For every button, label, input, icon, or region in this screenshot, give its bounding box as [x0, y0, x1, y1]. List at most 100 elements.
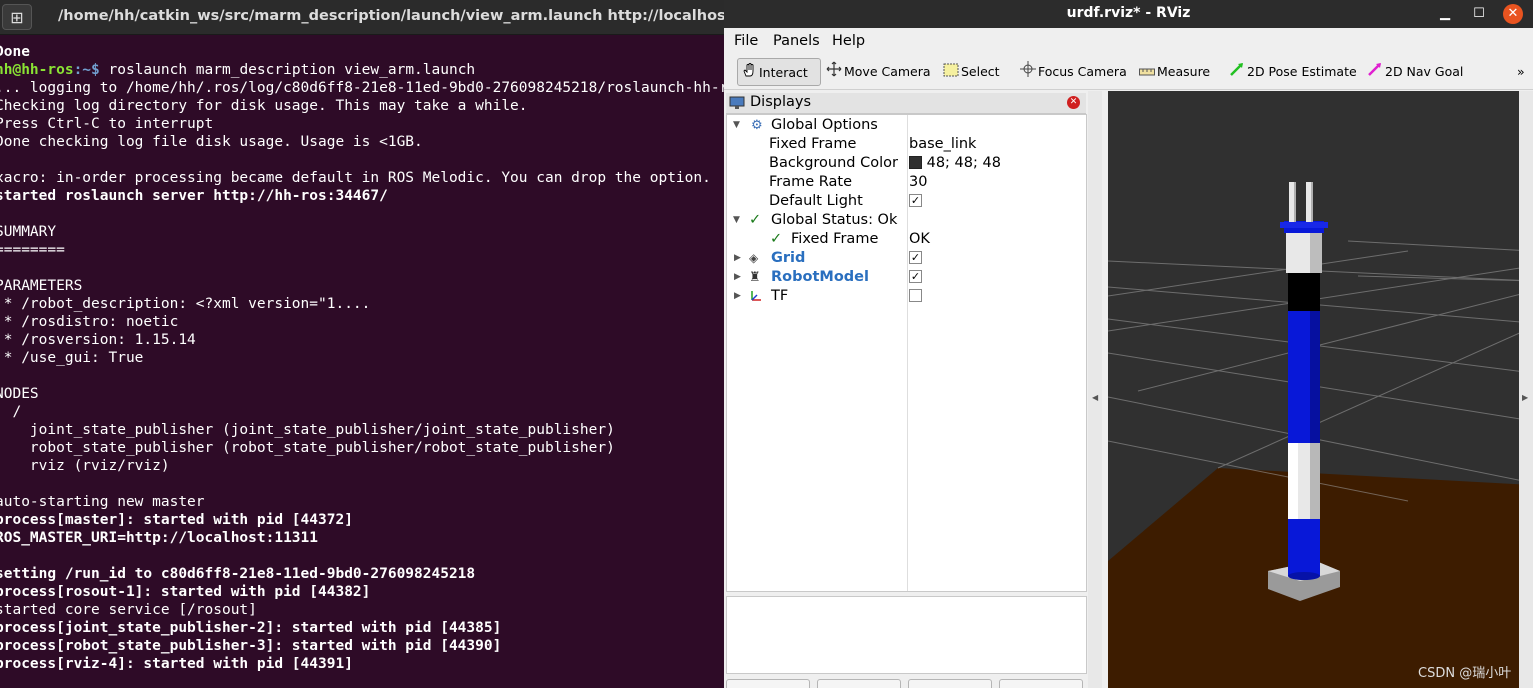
default-light-label: Default Light [769, 193, 863, 209]
tree-row-robot-model[interactable]: ▶ ♜ RobotModel ✓ [727, 268, 1086, 287]
rename-button[interactable] [999, 679, 1083, 688]
magenta-arrow-icon [1367, 59, 1383, 87]
pose-estimate-label: 2D Pose Estimate [1247, 64, 1357, 79]
color-swatch [909, 155, 922, 169]
tree-row-global-options[interactable]: ▼ ⚙ Global Options [727, 116, 1086, 135]
terminal-line: ... logging to /home/hh/.ros/log/c80d6ff… [0, 80, 724, 96]
terminal-line: started roslaunch server http://hh-ros:3… [0, 188, 388, 204]
background-color-value: 48; 48; 48 [926, 155, 1001, 171]
chevron-right-icon[interactable]: ▶ [734, 249, 741, 268]
grid-checkbox[interactable]: ✓ [909, 250, 922, 264]
menu-panels[interactable]: Panels [773, 33, 820, 49]
gear-icon: ⚙ [751, 118, 763, 133]
terminal-line: * /rosversion: 1.15.14 [0, 332, 196, 348]
tree-row-grid[interactable]: ▶ ◈ Grid ✓ [727, 249, 1086, 268]
tree-row-status-fixed-frame[interactable]: ✓ Fixed Frame OK [727, 230, 1086, 249]
pose-estimate-tool-button[interactable]: 2D Pose Estimate [1229, 58, 1357, 86]
chevron-down-icon[interactable]: ▼ [733, 211, 740, 230]
interact-label: Interact [759, 65, 808, 80]
terminal-line: Done checking log file disk usage. Usage… [0, 134, 423, 150]
move-camera-label: Move Camera [844, 64, 931, 79]
terminal-line: * /use_gui: True [0, 350, 144, 366]
duplicate-button[interactable] [817, 679, 901, 688]
fixed-frame-label: Fixed Frame [769, 136, 857, 152]
robot-model-label: RobotModel [771, 269, 869, 285]
move-arrows-icon [826, 59, 842, 87]
maximize-icon[interactable]: ☐ [1469, 4, 1489, 24]
tree-row-background-color[interactable]: Background Color 48; 48; 48 [727, 154, 1086, 173]
crosshair-icon [1020, 59, 1036, 87]
tree-row-default-light[interactable]: Default Light ✓ [727, 192, 1086, 211]
terminal-output: Donehh@hh-ros:~$ roslaunch marm_descript… [0, 43, 724, 673]
terminal-line: xacro: in-order processing became defaul… [0, 170, 711, 186]
frame-rate-label: Frame Rate [769, 174, 853, 190]
background-color-label: Background Color [769, 155, 898, 171]
collapse-right-icon[interactable]: ▶ [1522, 393, 1528, 402]
left-splitter-handle[interactable]: ◀ [1088, 91, 1102, 688]
terminal-line: / [12, 404, 22, 420]
tool-bar: Interact Move Camera Select Focus Camera… [724, 55, 1533, 90]
terminal-line: * /rosdistro: noetic [0, 314, 179, 330]
3d-viewport[interactable] [1108, 91, 1533, 688]
terminal-line: Press Ctrl-C to interrupt [0, 116, 214, 132]
collapse-left-icon[interactable]: ◀ [1092, 393, 1098, 402]
default-light-checkbox[interactable]: ✓ [909, 193, 922, 207]
menu-help[interactable]: Help [832, 33, 865, 49]
prompt-user: hh@hh-ros [0, 62, 74, 78]
interact-tool-button[interactable]: Interact [737, 58, 821, 86]
toolbar-overflow-button[interactable]: » [1517, 58, 1525, 86]
chevron-right-icon[interactable]: ▶ [734, 268, 741, 287]
chevron-down-icon[interactable]: ▼ [733, 116, 740, 135]
menu-file[interactable]: File [734, 33, 758, 49]
terminal-line: * /robot_description: <?xml version="1..… [0, 296, 371, 312]
terminal-line: process[master]: started with pid [44372… [0, 512, 353, 528]
terminal-window[interactable]: ⊞ /home/hh/catkin_ws/src/marm_descriptio… [0, 0, 724, 688]
robot-model-checkbox[interactable]: ✓ [909, 269, 922, 283]
terminal-title: /home/hh/catkin_ws/src/marm_description/… [58, 8, 724, 24]
window-title: urdf.rviz* - RViz [1066, 5, 1191, 21]
measure-tool-button[interactable]: Measure [1139, 58, 1210, 86]
close-panel-icon[interactable]: ✕ [1067, 96, 1080, 109]
minimize-icon[interactable]: ▁ [1435, 4, 1455, 24]
robot-icon: ♜ [749, 270, 761, 285]
terminal-line: Checking log directory for disk usage. T… [0, 98, 528, 114]
terminal-line: NODES [0, 386, 39, 402]
terminal-line: rviz (rviz/rviz) [0, 458, 170, 474]
terminal-line: SUMMARY [0, 224, 57, 240]
terminal-line: Done [0, 44, 30, 60]
focus-camera-tool-button[interactable]: Focus Camera [1020, 58, 1127, 86]
tree-row-global-status[interactable]: ▼ ✓ Global Status: Ok [727, 211, 1086, 230]
displays-tree: ▼ ⚙ Global Options Fixed Frame base_link… [726, 114, 1087, 592]
terminal-line: ROS_MASTER_URI=http://localhost:11311 [0, 530, 319, 546]
tree-row-tf[interactable]: ▶ TF [727, 287, 1086, 306]
displays-title: Displays [750, 94, 812, 110]
right-splitter-handle[interactable]: ▶ [1519, 91, 1533, 688]
fixed-frame-value[interactable]: base_link [909, 135, 976, 154]
select-tool-button[interactable]: Select [943, 58, 1000, 86]
terminal-line: started core service [/rosout] [0, 602, 257, 618]
terminal-line: process[robot_state_publisher-3]: starte… [0, 638, 502, 654]
tree-row-fixed-frame[interactable]: Fixed Frame base_link [727, 135, 1086, 154]
rviz-titlebar: urdf.rviz* - RViz ▁ ☐ ✕ [724, 0, 1533, 28]
status-fixed-frame-value: OK [909, 231, 930, 247]
background-color-value-cell[interactable]: 48; 48; 48 [909, 154, 1001, 173]
menu-bar: File Panels Help [724, 30, 1533, 54]
add-button[interactable] [726, 679, 810, 688]
remove-button[interactable] [908, 679, 992, 688]
property-description-box [726, 596, 1087, 674]
nav-goal-tool-button[interactable]: 2D Nav Goal [1367, 58, 1463, 86]
tf-checkbox[interactable] [909, 288, 922, 302]
frame-rate-value[interactable]: 30 [909, 173, 927, 192]
terminal-line: process[joint_state_publisher-2]: starte… [0, 620, 502, 636]
checkmark-icon: ✓ [770, 231, 783, 247]
grid-icon: ◈ [749, 251, 759, 265]
new-tab-button[interactable]: ⊞ [2, 4, 32, 30]
chevron-right-icon[interactable]: ▶ [734, 287, 741, 306]
move-camera-tool-button[interactable]: Move Camera [826, 58, 931, 86]
nav-goal-label: 2D Nav Goal [1385, 64, 1464, 79]
close-icon[interactable]: ✕ [1503, 4, 1523, 24]
tree-row-frame-rate[interactable]: Frame Rate 30 [727, 173, 1086, 192]
